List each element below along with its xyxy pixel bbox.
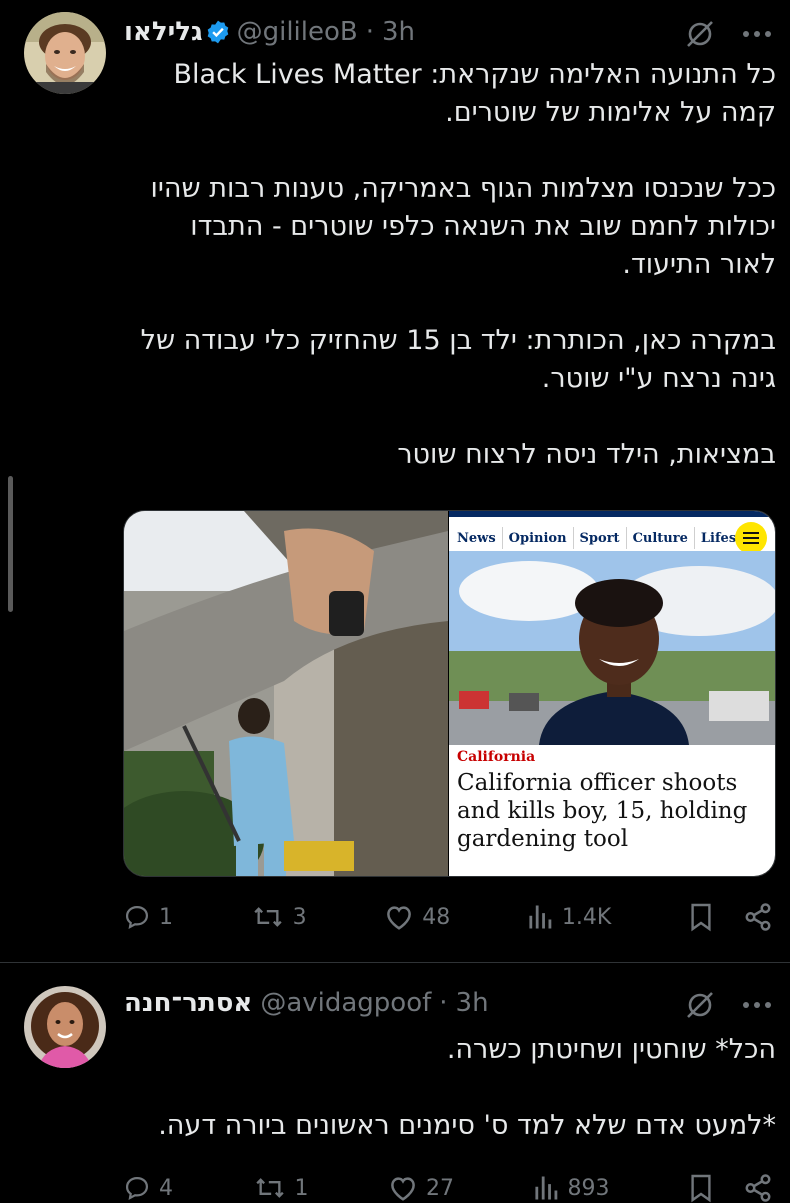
share-icon[interactable] [743,1173,773,1203]
repost-button[interactable]: 1 [253,1174,309,1202]
repost-icon [255,1178,284,1198]
more-icon[interactable] [742,30,772,38]
repost-icon [253,907,282,927]
bookmark-icon[interactable] [689,1173,713,1203]
display-name[interactable]: גלילאו [124,16,203,48]
news-section: California [457,749,536,765]
grok-icon[interactable] [684,989,716,1021]
tweet-text: כל התנועה האלימה שנקראת: Black Lives Mat… [140,59,776,470]
more-icon[interactable] [742,1001,772,1009]
tweet-media[interactable]: News Opinion Sport Culture Lifestyle Cal… [123,510,776,877]
news-photo [449,551,775,745]
nav-opinion: Opinion [508,530,567,546]
action-right [689,1173,773,1203]
bodycam-image[interactable] [124,511,448,876]
header-icons [684,18,772,50]
tweet-2[interactable]: אסתר־חנה @avidagpoof · 3h הכל* שוחטין וש… [0,963,790,1203]
reply-button[interactable]: 4 [123,1174,173,1202]
action-bar: 4 1 27 893 [123,1173,773,1203]
nav-sport: Sport [579,530,620,546]
repost-count: 1 [294,1175,309,1201]
like-button[interactable]: 27 [388,1174,454,1202]
tweet-header: אסתר־חנה @avidagpoof · 3h [124,987,489,1019]
reply-count: 4 [159,1175,173,1201]
separator: · [365,17,374,47]
grok-icon[interactable] [684,18,716,50]
views-button[interactable]: 893 [534,1174,610,1202]
separator: · [439,988,448,1018]
views-count: 893 [567,1175,610,1201]
views-icon [534,1176,557,1200]
views-icon [529,905,552,929]
handle[interactable]: @gilileoB [237,16,358,48]
news-headline: California officer shoots and kills boy,… [457,770,748,852]
reply-icon [125,905,149,929]
timestamp[interactable]: 3h [456,987,489,1019]
views-count: 1.4K [561,904,612,930]
like-icon [391,1177,415,1201]
views-button[interactable]: 1.4K [528,903,611,931]
bookmark-icon[interactable] [689,902,713,932]
like-button[interactable]: 48 [384,903,450,931]
avatar[interactable] [24,986,106,1068]
verified-badge-icon [207,20,228,44]
like-count: 27 [426,1175,454,1201]
timestamp[interactable]: 3h [382,16,415,48]
tweet-1[interactable]: גלילאו @gilileoB · 3h כל התנועה האלימה ש… [0,0,790,962]
news-screenshot[interactable]: News Opinion Sport Culture Lifestyle Cal… [449,511,775,876]
reply-count: 1 [159,904,173,930]
action-bar: 1 3 48 1.4K [123,902,773,932]
tweet-header: גלילאו @gilileoB · 3h [124,16,415,48]
handle[interactable]: @avidagpoof [260,987,431,1019]
like-count: 48 [422,904,451,930]
reply-button[interactable]: 1 [123,903,173,931]
repost-button[interactable]: 3 [251,903,307,931]
nav-news: News [457,530,496,546]
share-icon[interactable] [743,902,773,932]
display-name[interactable]: אסתר־חנה [124,987,252,1019]
header-icons [684,989,772,1021]
like-icon [387,906,412,930]
repost-count: 3 [292,904,307,930]
tweet-text: הכל* שוחטין ושחיטתן כשרה. *למעט אדם שלא … [158,1034,776,1141]
reply-icon [125,1176,149,1200]
menu-icon [735,522,767,554]
avatar[interactable] [24,12,106,94]
action-right [689,902,773,932]
nav-culture: Culture [632,530,688,546]
